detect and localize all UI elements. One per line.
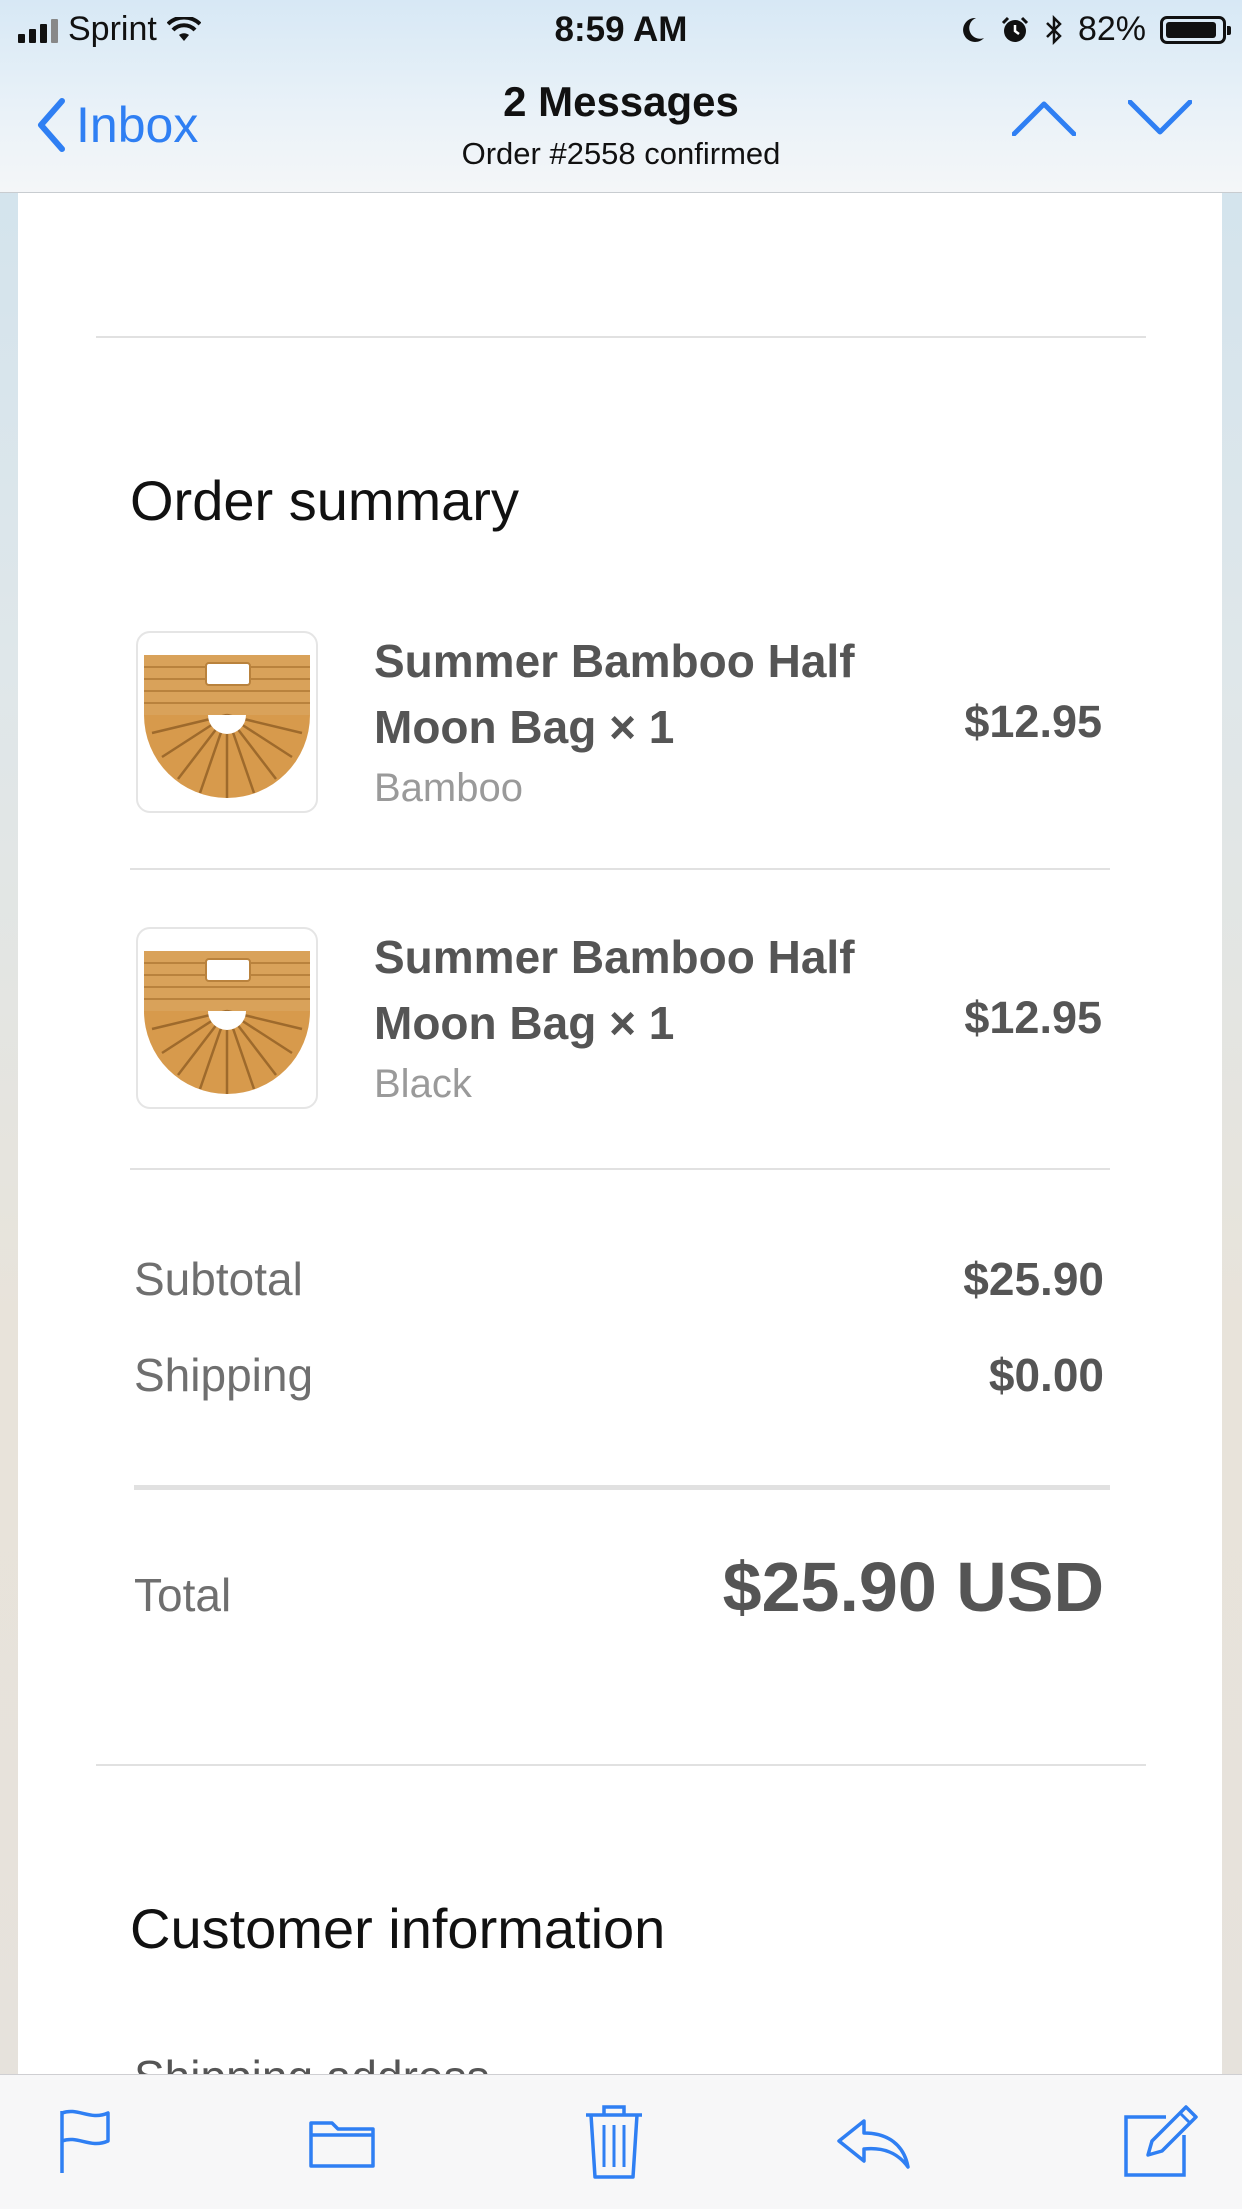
bamboo-bag-icon xyxy=(144,655,310,798)
total-label: Total xyxy=(134,1569,232,1621)
message-navigation xyxy=(1011,99,1193,141)
divider xyxy=(96,336,1146,338)
item-price: $12.95 xyxy=(964,696,1102,747)
status-bar: Sprint 8:59 AM 82% xyxy=(0,0,1242,62)
reply-button[interactable] xyxy=(836,2117,912,2174)
divider xyxy=(130,1168,1110,1170)
item-variant: Bamboo xyxy=(374,766,523,810)
shipping-value: $0.00 xyxy=(988,1349,1104,1401)
compose-icon xyxy=(1124,2105,1198,2177)
item-variant: Black xyxy=(374,1062,472,1106)
reply-icon xyxy=(837,2119,910,2169)
subtotal-label: Subtotal xyxy=(134,1253,303,1305)
status-right: 82% xyxy=(960,10,1231,49)
thread-subtitle: Order #2558 confirmed xyxy=(461,136,781,171)
flag-icon xyxy=(60,2109,110,2173)
mail-toolbar xyxy=(0,2074,1242,2209)
item-title: Summer Bamboo Half Moon Bag × 1 xyxy=(374,931,855,1049)
compose-button[interactable] xyxy=(1122,2103,1198,2184)
total-value: $25.90 USD xyxy=(722,1548,1104,1626)
delete-button[interactable] xyxy=(584,2103,644,2186)
shipping-label: Shipping xyxy=(134,1349,314,1401)
previous-message-button[interactable] xyxy=(1011,100,1077,141)
product-image xyxy=(136,631,318,813)
battery-icon xyxy=(1160,15,1231,44)
divider xyxy=(96,1764,1146,1766)
chevron-down-icon xyxy=(1127,99,1193,135)
flag-button[interactable] xyxy=(56,2107,116,2182)
next-message-button[interactable] xyxy=(1127,99,1193,141)
trash-icon xyxy=(586,2105,642,2179)
chevron-up-icon xyxy=(1011,101,1077,137)
bluetooth-icon xyxy=(1046,14,1062,45)
subtotal-value: $25.90 xyxy=(963,1253,1104,1305)
item-price: $12.95 xyxy=(964,992,1102,1043)
alarm-icon xyxy=(1001,16,1028,42)
divider xyxy=(130,868,1110,870)
battery-percent: 82% xyxy=(1077,10,1146,48)
moon-icon xyxy=(963,17,984,42)
bamboo-bag-icon xyxy=(144,951,310,1094)
customer-info-heading: Customer information xyxy=(130,1897,666,1960)
folder-icon xyxy=(309,2121,375,2168)
order-summary-heading: Order summary xyxy=(130,469,519,532)
divider xyxy=(134,1485,1110,1490)
email-body: Order summary Summer Bamboo Half Moon Ba… xyxy=(18,150,1222,2103)
item-title: Summer Bamboo Half Moon Bag × 1 xyxy=(374,635,855,753)
move-to-folder-button[interactable] xyxy=(308,2115,376,2174)
product-image xyxy=(136,927,318,1109)
